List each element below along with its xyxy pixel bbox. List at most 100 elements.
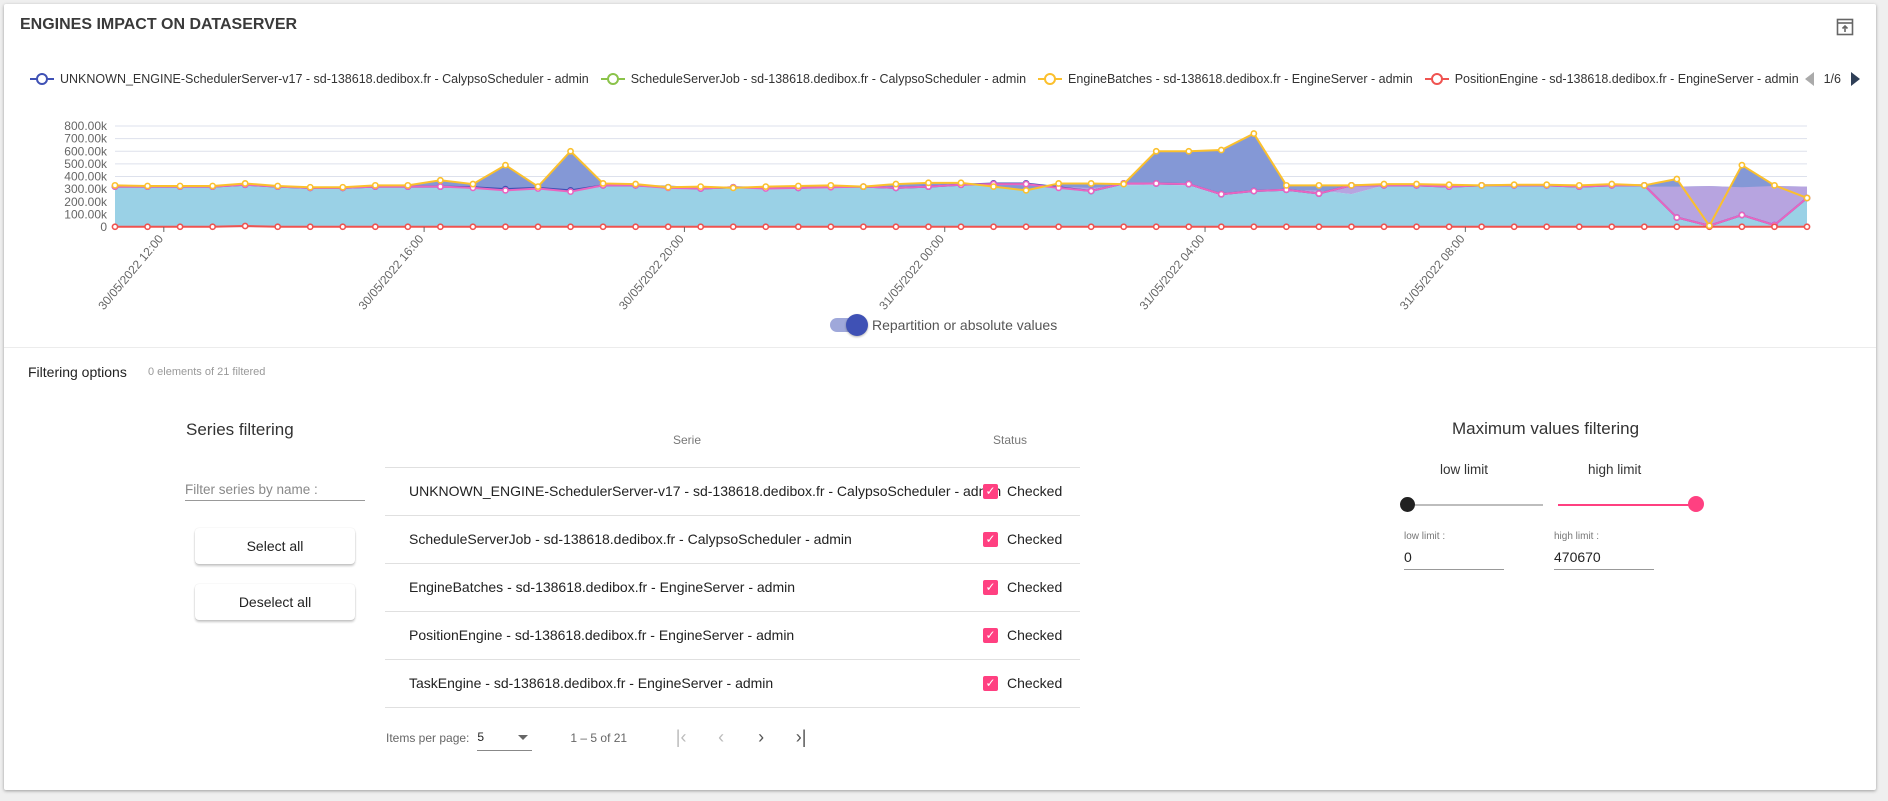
filter-series-input[interactable] (185, 478, 365, 501)
series-enginebatches-line-point (1055, 180, 1063, 187)
series-positionengine-line-point (1673, 223, 1681, 231)
series-positionengine-line-point (1640, 223, 1648, 231)
legend-item[interactable]: ScheduleServerJob - sd-138618.dedibox.fr… (600, 72, 1027, 86)
series-enginebatches-line-point (1217, 146, 1225, 154)
series-positionengine-line-point (1348, 223, 1355, 231)
x-tick-label: 31/05/2022 00:00 (876, 232, 947, 313)
y-tick-label: 400.00k (64, 170, 108, 184)
series-enginebatches-line-point (1640, 181, 1648, 189)
low-limit-slider-thumb[interactable] (1400, 497, 1415, 512)
high-limit-input[interactable] (1554, 545, 1654, 570)
high-limit-slider-thumb[interactable] (1688, 496, 1704, 512)
status-checkbox[interactable]: ✓ (983, 676, 998, 691)
legend-item-label: UNKNOWN_ENGINE-SchedulerServer-v17 - sd-… (60, 72, 589, 86)
series-enginebatches-line-point (1185, 147, 1193, 155)
series-scheduleserverjob-line-point (1217, 190, 1225, 198)
table-row[interactable]: PositionEngine - sd-138618.dedibox.fr - … (385, 612, 1080, 660)
items-per-page-value: 5 (477, 730, 485, 744)
series-positionengine-line-point (1608, 223, 1616, 231)
series-positionengine-line-point (925, 223, 932, 231)
paginator: Items per page: 5 1 – 5 of 21 |‹ ‹ › ›| (386, 724, 821, 751)
first-page-button[interactable]: |‹ (661, 727, 701, 748)
series-positionengine-line-point (404, 223, 412, 231)
status-label: Checked (1007, 627, 1063, 643)
legend-item[interactable]: UNKNOWN_ENGINE-SchedulerServer-v17 - sd-… (30, 72, 589, 86)
series-enginebatches-line-point (502, 161, 509, 169)
status-checkbox[interactable]: ✓ (983, 532, 998, 547)
legend-pager: 1/6 (1798, 68, 1860, 90)
series-enginebatches-line-point (925, 179, 932, 187)
filtered-count: 0 elements of 21 filtered (148, 366, 266, 378)
series-positionengine-line-point (469, 223, 477, 231)
series-enginebatches-line-point (1120, 180, 1128, 188)
series-positionengine-line-point (241, 222, 249, 230)
series-filtering-title: Series filtering (186, 420, 294, 439)
series-scheduleserverjob-line-point (1250, 187, 1258, 195)
y-tick-label: 600.00k (64, 144, 108, 158)
series-positionengine-line-point (1803, 223, 1811, 231)
legend-item[interactable]: EngineBatches - sd-138618.dedibox.fr - E… (1038, 72, 1413, 86)
series-enginebatches-line-point (1250, 130, 1258, 137)
status-checkbox[interactable]: ✓ (983, 628, 998, 643)
card-title: ENGINES IMPACT ON DATASERVER (20, 16, 298, 33)
status-checkbox[interactable]: ✓ (983, 580, 998, 595)
status-label: Checked (1007, 483, 1063, 499)
export-icon[interactable] (1836, 18, 1854, 36)
y-tick-label: 500.00k (64, 157, 108, 171)
deselect-all-button[interactable]: Deselect all (195, 584, 355, 620)
high-limit-slider-track[interactable] (1558, 504, 1698, 506)
low-limit-slider-track[interactable] (1407, 504, 1543, 506)
series-scheduleserverjob-line-point (1315, 190, 1323, 197)
select-all-button[interactable]: Select all (195, 528, 355, 564)
x-tick-label: 30/05/2022 20:00 (616, 232, 687, 313)
column-header-status[interactable]: Status (993, 433, 1027, 447)
series-scheduleserverjob-line-point (502, 186, 509, 194)
previous-page-button[interactable]: ‹ (701, 727, 741, 748)
toggle-thumb[interactable] (846, 314, 868, 336)
stacked-area-chart: 0100.00k200.00k300.00k400.00k500.00k600.… (64, 119, 1811, 313)
legend-series-marker-icon (1038, 73, 1063, 85)
next-page-button[interactable]: › (741, 727, 781, 748)
series-positionengine-line-point (176, 223, 184, 231)
series-enginebatches-line-point (1380, 180, 1388, 188)
column-header-serie[interactable]: Serie (673, 433, 701, 447)
toggle-track[interactable] (830, 314, 868, 336)
x-tick-label: 30/05/2022 12:00 (95, 232, 166, 313)
repartition-toggle[interactable]: Repartition or absolute values (830, 314, 1057, 336)
series-positionengine-line-point (729, 223, 737, 231)
series-scheduleserverjob-line-point (1738, 211, 1746, 219)
series-positionengine-line-point (1217, 223, 1225, 231)
section-divider (4, 347, 1876, 348)
series-positionengine-line-point (1445, 223, 1453, 231)
last-page-button[interactable]: ›| (781, 727, 821, 748)
items-per-page-select[interactable]: 5 (477, 724, 533, 751)
table-row[interactable]: TaskEngine - sd-138618.dedibox.fr - Engi… (385, 660, 1080, 708)
legend-item[interactable]: PositionEngine - sd-138618.dedibox.fr - … (1424, 72, 1799, 86)
series-enginebatches-line-point (1608, 180, 1616, 188)
table-row[interactable]: UNKNOWN_ENGINE-SchedulerServer-v17 - sd-… (385, 468, 1080, 516)
table-row[interactable]: EngineBatches - sd-138618.dedibox.fr - E… (385, 564, 1080, 612)
series-scheduleserverjob-line-point (567, 188, 574, 196)
series-enginebatches-line-point (859, 183, 867, 190)
series-positionengine-line-point (1120, 223, 1128, 231)
legend-item-label: ScheduleServerJob - sd-138618.dedibox.fr… (630, 72, 1027, 86)
series-enginebatches-line-point (892, 180, 900, 188)
series-positionengine-line-point (697, 223, 705, 231)
legend-prev-page-icon[interactable] (1804, 72, 1814, 86)
high-limit-label: high limit (1588, 462, 1642, 477)
series-positionengine-line-point (1315, 223, 1323, 231)
series-enginebatches-line-point (1510, 181, 1518, 189)
series-enginebatches-line-point (1575, 181, 1583, 189)
series-enginebatches-line-point (1803, 194, 1811, 202)
series-positionengine-line-point (534, 223, 542, 231)
status-checkbox[interactable]: ✓ (983, 484, 998, 499)
series-positionengine-line-point (859, 223, 867, 231)
legend-next-page-icon[interactable] (1851, 72, 1860, 86)
series-scheduleserverjob-line-point (1152, 180, 1160, 187)
series-enginebatches-line-point (209, 182, 217, 190)
table-row[interactable]: ScheduleServerJob - sd-138618.dedibox.fr… (385, 516, 1080, 564)
low-limit-input[interactable] (1404, 545, 1504, 570)
series-enginebatches-line-point (567, 147, 574, 155)
legend-page-indicator: 1/6 (1823, 72, 1841, 86)
series-positionengine-line-point (502, 223, 509, 231)
